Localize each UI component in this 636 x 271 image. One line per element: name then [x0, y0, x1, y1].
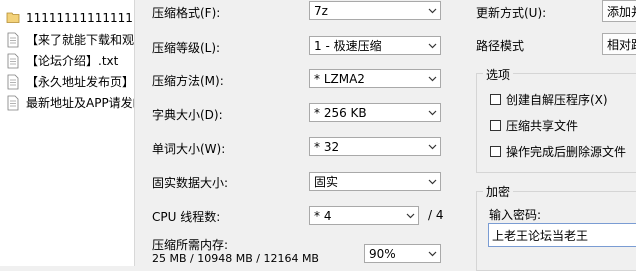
- text-file-icon: [6, 32, 20, 48]
- file-name: 【来了就能下载和观看: [26, 33, 134, 47]
- format-value: 7z: [314, 3, 328, 18]
- panel-divider: [134, 0, 135, 266]
- threads-label: CPU 线程数:: [152, 210, 221, 224]
- word-value: * 32: [314, 139, 340, 154]
- memory-usage: 25 MB / 10948 MB / 12164 MB: [152, 252, 319, 265]
- update-label: 更新方式(U):: [476, 6, 547, 20]
- threads-select[interactable]: * 4: [309, 206, 419, 225]
- options-group-title: 选项: [483, 66, 514, 83]
- checkbox-box[interactable]: [490, 94, 501, 105]
- level-value: 1 - 极速压缩: [314, 39, 382, 53]
- format-label: 压缩格式(F):: [152, 6, 221, 20]
- file-list-item[interactable]: 最新地址及APP请发邮: [0, 92, 134, 113]
- chevron-down-icon: [424, 37, 440, 54]
- file-list-item[interactable]: 【论坛介绍】.txt: [0, 50, 134, 71]
- text-file-icon: [6, 95, 20, 111]
- solid-value: 固实: [314, 175, 339, 189]
- password-label: 输入密码:: [489, 208, 542, 222]
- file-list-item[interactable]: 1111111111111111: [0, 7, 134, 28]
- sfx-checkbox[interactable]: 创建自解压程序(X): [490, 91, 608, 108]
- memory-percent-select[interactable]: 90%: [364, 244, 441, 263]
- format-select[interactable]: 7z: [309, 1, 441, 20]
- dict-value: * 256 KB: [314, 105, 367, 120]
- update-value: 添加并: [607, 4, 636, 19]
- file-name: 【论坛介绍】.txt: [26, 54, 119, 68]
- file-list[interactable]: 1111111111111111 【来了就能下载和观看 【论坛介绍】.txt 【…: [0, 0, 134, 266]
- level-label: 压缩等级(L):: [152, 41, 221, 55]
- chevron-down-icon: [424, 173, 440, 190]
- method-select[interactable]: * LZMA2: [309, 69, 441, 88]
- chevron-down-icon: [424, 138, 440, 155]
- password-input[interactable]: 上老王论坛当老王: [488, 223, 636, 247]
- path-label: 路径模式: [476, 39, 525, 53]
- file-name: 最新地址及APP请发邮: [26, 96, 134, 110]
- memory-percent-value: 90%: [369, 246, 396, 261]
- path-select[interactable]: 相对路: [602, 33, 636, 55]
- update-select[interactable]: 添加并: [602, 0, 636, 22]
- threads-value: * 4: [314, 208, 332, 223]
- shared-checkbox[interactable]: 压缩共享文件: [490, 117, 578, 134]
- chevron-down-icon: [424, 70, 440, 87]
- threads-max: / 4: [428, 208, 444, 222]
- method-value: * LZMA2: [314, 71, 365, 86]
- shared-label: 压缩共享文件: [506, 119, 579, 133]
- text-file-icon: [6, 74, 20, 90]
- solid-select[interactable]: 固实: [309, 172, 441, 191]
- file-list-item[interactable]: 【来了就能下载和观看: [0, 29, 134, 50]
- path-value: 相对路: [607, 37, 636, 52]
- file-list-item[interactable]: 【永久地址发布页】.t: [0, 71, 134, 92]
- dict-select[interactable]: * 256 KB: [309, 103, 441, 122]
- password-value: 上老王论坛当老王: [492, 228, 589, 243]
- delete-label: 操作完成后删除源文件: [506, 145, 627, 159]
- level-select[interactable]: 1 - 极速压缩: [309, 36, 441, 55]
- chevron-down-icon: [424, 104, 440, 121]
- chevron-down-icon: [424, 245, 440, 262]
- word-label: 单词大小(W):: [152, 142, 226, 156]
- file-name: 1111111111111111: [26, 10, 134, 25]
- folder-icon: [6, 10, 20, 26]
- checkbox-box[interactable]: [490, 120, 501, 131]
- checkbox-box[interactable]: [490, 146, 501, 157]
- sfx-label: 创建自解压程序(X): [506, 93, 608, 107]
- chevron-down-icon: [402, 207, 418, 224]
- memory-label: 压缩所需内存:: [152, 238, 229, 252]
- text-file-icon: [6, 53, 20, 69]
- chevron-down-icon: [424, 2, 440, 19]
- method-label: 压缩方法(M):: [152, 74, 224, 88]
- delete-checkbox[interactable]: 操作完成后删除源文件: [490, 143, 626, 160]
- word-select[interactable]: * 32: [309, 137, 441, 156]
- encrypt-group-title: 加密: [483, 183, 514, 200]
- solid-label: 固实数据大小:: [152, 176, 229, 190]
- dict-label: 字典大小(D):: [152, 108, 223, 122]
- file-name: 【永久地址发布页】.t: [26, 75, 134, 89]
